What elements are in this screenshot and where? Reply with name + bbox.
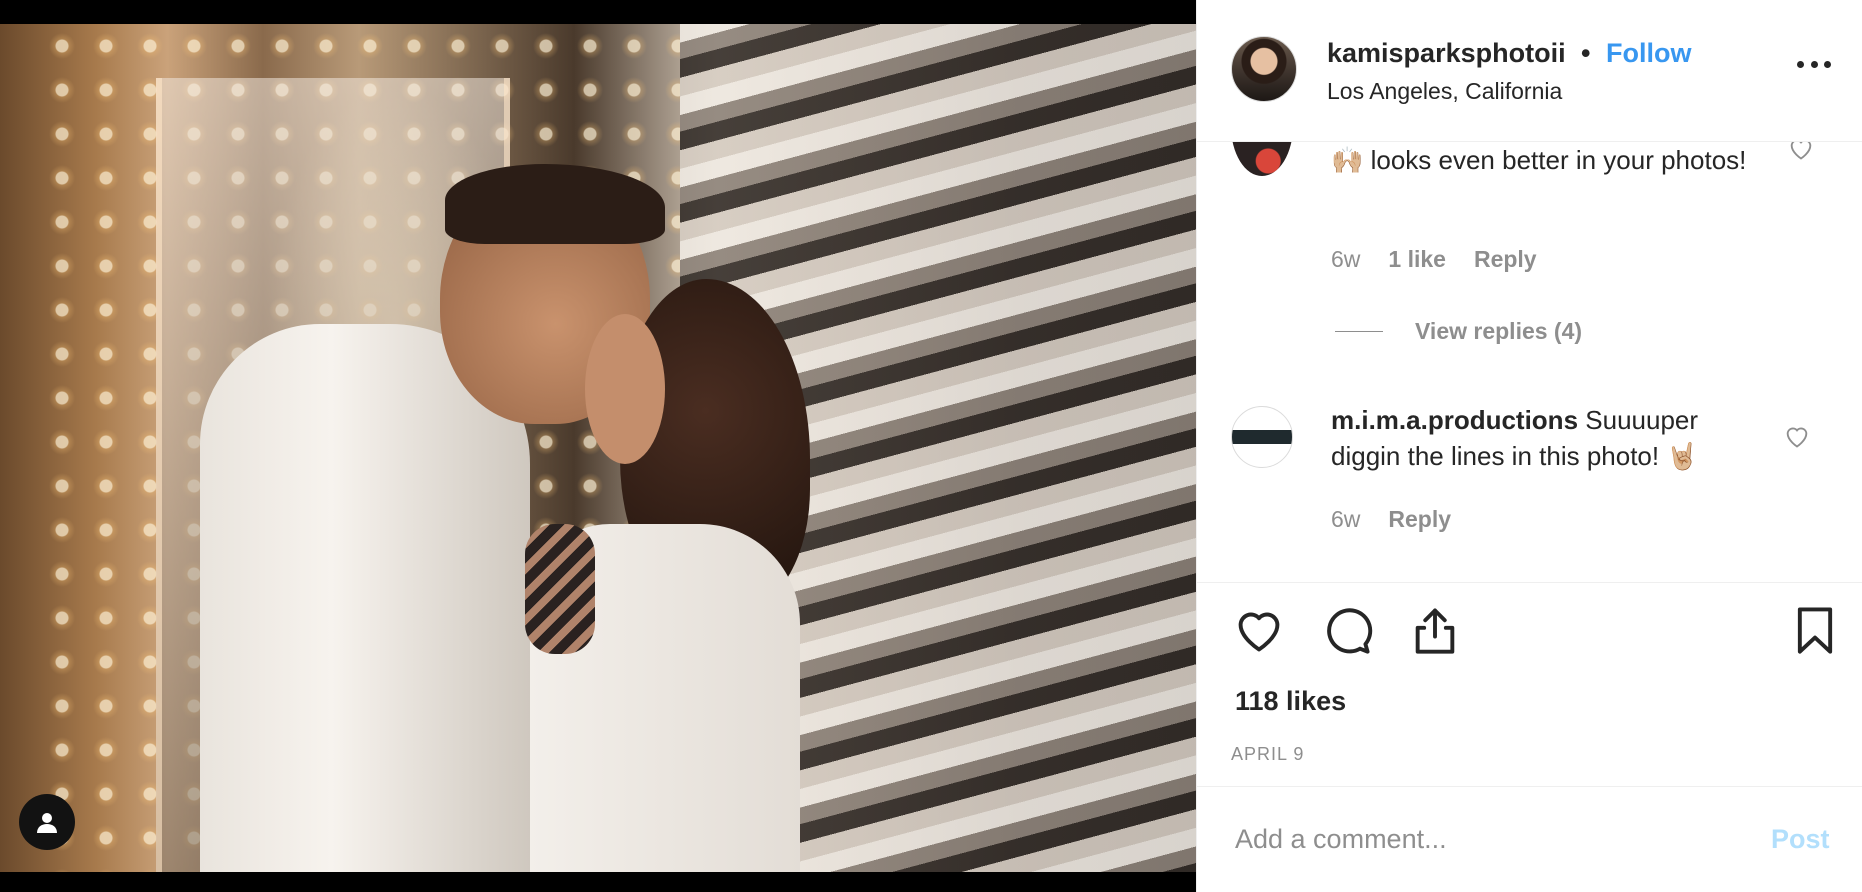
follow-button[interactable]: Follow bbox=[1606, 38, 1691, 69]
comment-icon[interactable] bbox=[1321, 604, 1373, 656]
view-replies-button[interactable]: View replies (4) bbox=[1335, 318, 1582, 345]
comment-meta: 6w 1 like Reply bbox=[1331, 246, 1537, 273]
like-heart-icon[interactable] bbox=[1233, 604, 1285, 656]
post-photo[interactable] bbox=[0, 24, 1196, 872]
post-header: kamisparksphotoii • Follow Los Angeles, … bbox=[1197, 0, 1862, 142]
reply-button[interactable]: Reply bbox=[1388, 506, 1451, 533]
user-tag-button[interactable] bbox=[19, 794, 75, 850]
comment-age: 6w bbox=[1331, 246, 1361, 272]
view-replies-label: View replies (4) bbox=[1415, 318, 1583, 344]
comment-meta: 6w Reply bbox=[1331, 506, 1451, 533]
post-comment-button[interactable]: Post bbox=[1771, 824, 1830, 855]
save-bookmark-icon[interactable] bbox=[1789, 604, 1841, 656]
section-divider bbox=[1197, 582, 1862, 583]
post-viewer: kamisparksphotoii • Follow Los Angeles, … bbox=[0, 0, 1862, 892]
comment-body: m.i.m.a.productions Suuuuper diggin the … bbox=[1331, 402, 1751, 474]
share-icon[interactable] bbox=[1409, 604, 1461, 656]
comment-age: 6w bbox=[1331, 506, 1361, 532]
post-location[interactable]: Los Angeles, California bbox=[1327, 78, 1562, 105]
man-figure bbox=[200, 324, 530, 872]
section-divider bbox=[1197, 786, 1862, 787]
commenter-username[interactable]: m.i.m.a.productions bbox=[1331, 405, 1578, 435]
commenter-avatar[interactable] bbox=[1231, 406, 1293, 468]
replies-divider bbox=[1335, 331, 1383, 332]
post-date: APRIL 9 bbox=[1231, 744, 1305, 764]
more-options-icon[interactable] bbox=[1797, 56, 1831, 72]
action-bar bbox=[1197, 604, 1862, 664]
likes-count[interactable]: 118 likes bbox=[1235, 686, 1346, 717]
add-comment-input[interactable] bbox=[1235, 824, 1755, 855]
author-username[interactable]: kamisparksphotoii bbox=[1327, 38, 1566, 69]
comment-like-icon[interactable] bbox=[1783, 422, 1811, 450]
commenter-avatar[interactable] bbox=[1231, 142, 1293, 176]
comment-likes-count[interactable]: 1 like bbox=[1388, 246, 1446, 273]
comment-like-icon[interactable] bbox=[1787, 142, 1815, 162]
comment-text: 🙌🏼 looks even better in your photos! bbox=[1331, 145, 1747, 175]
woman-face bbox=[585, 314, 665, 464]
user-tag-icon bbox=[37, 813, 57, 833]
comments-list[interactable]: 🙌🏼 looks even better in your photos! 6w … bbox=[1197, 142, 1862, 582]
author-avatar[interactable] bbox=[1231, 36, 1297, 102]
header-separator: • bbox=[1581, 38, 1591, 68]
reply-button[interactable]: Reply bbox=[1474, 246, 1537, 273]
side-panel: kamisparksphotoii • Follow Los Angeles, … bbox=[1196, 0, 1862, 892]
tattooed-arm bbox=[525, 524, 595, 654]
